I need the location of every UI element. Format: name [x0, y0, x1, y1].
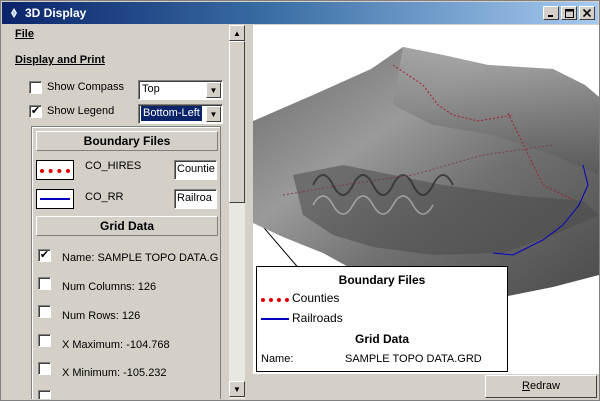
railroads-line-swatch[interactable] [36, 189, 74, 209]
redraw-label-rest: edraw [529, 380, 560, 392]
num-columns-label: Num Columns: 126 [62, 281, 157, 293]
show-legend-label: Show Legend [47, 105, 115, 117]
boundary-files-header: Boundary Files [36, 131, 218, 151]
counties-line [40, 169, 70, 173]
legend-railroads-line [261, 318, 289, 320]
x-maximum-checkbox[interactable] [38, 334, 51, 347]
legend-counties-line [261, 298, 289, 302]
railroads-label-input[interactable]: Railroa [174, 189, 217, 209]
window-title: 3D Display [25, 6, 87, 20]
maximize-icon [564, 8, 574, 18]
grid-name-label: Name: SAMPLE TOPO DATA.G [62, 252, 219, 264]
num-rows-checkbox[interactable] [38, 305, 51, 318]
grid-data-header: Grid Data [36, 216, 218, 236]
show-compass-checkbox[interactable] [29, 81, 42, 94]
boundary-file-name: CO_HIRES [85, 160, 142, 172]
x-minimum-checkbox[interactable] [38, 362, 51, 375]
grid-name-checkbox[interactable]: ✔ [38, 249, 51, 262]
title-bar: 3D Display [2, 2, 598, 24]
display-print-heading: Display and Print [15, 54, 105, 66]
legend-boundary-title: Boundary Files [338, 273, 426, 287]
close-button[interactable] [579, 6, 595, 20]
compass-position-select[interactable]: Top ▼ [138, 80, 223, 100]
maximize-button[interactable] [561, 6, 577, 20]
legend-name-value: SAMPLE TOPO DATA.GRD [345, 353, 482, 365]
boundary-file-name: CO_RR [85, 191, 124, 203]
counties-line-swatch[interactable] [36, 160, 74, 180]
file-menu[interactable]: File [15, 28, 34, 40]
counties-label-input[interactable]: Countie [174, 160, 217, 180]
scroll-thumb[interactable] [229, 41, 245, 203]
settings-panel: File Display and Print Show Compass Top … [5, 25, 247, 399]
legend-counties-label: Counties [292, 291, 340, 305]
show-legend-checkbox[interactable]: ✔ [29, 105, 42, 118]
legend-name-label: Name: [261, 353, 294, 365]
scroll-up-icon[interactable]: ▲ [229, 25, 245, 41]
app-icon[interactable] [7, 6, 21, 20]
3d-view[interactable]: Boundary Files Counties Railroads Grid D… [253, 25, 599, 374]
next-option-checkbox[interactable] [38, 390, 51, 399]
chevron-down-icon[interactable]: ▼ [206, 106, 221, 122]
legend-position-value: Bottom-Left [141, 106, 202, 121]
chevron-down-icon[interactable]: ▼ [206, 82, 221, 98]
num-rows-label: Num Rows: 126 [62, 310, 141, 322]
show-compass-label: Show Compass [47, 81, 125, 93]
railroads-line [40, 198, 70, 200]
x-maximum-label: X Maximum: -104.768 [62, 339, 170, 351]
scroll-down-icon[interactable]: ▼ [229, 381, 245, 397]
minimize-button[interactable] [543, 6, 559, 20]
layers-group: Boundary Files CO_HIRES Countie CO_RR Ra… [31, 126, 221, 399]
x-minimum-label: X Minimum: -105.232 [62, 367, 167, 379]
num-columns-checkbox[interactable] [38, 277, 51, 290]
map-legend: Boundary Files Counties Railroads Grid D… [256, 266, 508, 372]
legend-position-select[interactable]: Bottom-Left ▼ [138, 104, 223, 124]
panel-scrollbar[interactable]: ▲ ▼ [229, 25, 245, 399]
window: 3D Display File Display and Print Show C… [0, 0, 600, 401]
legend-railroads-label: Railroads [292, 311, 343, 325]
minimize-icon [548, 15, 553, 17]
legend-grid-title: Grid Data [354, 332, 409, 346]
redraw-mnemonic: R [522, 380, 530, 392]
compass-position-value: Top [142, 83, 160, 95]
redraw-button[interactable]: Redraw [485, 375, 597, 398]
close-icon [583, 9, 591, 17]
